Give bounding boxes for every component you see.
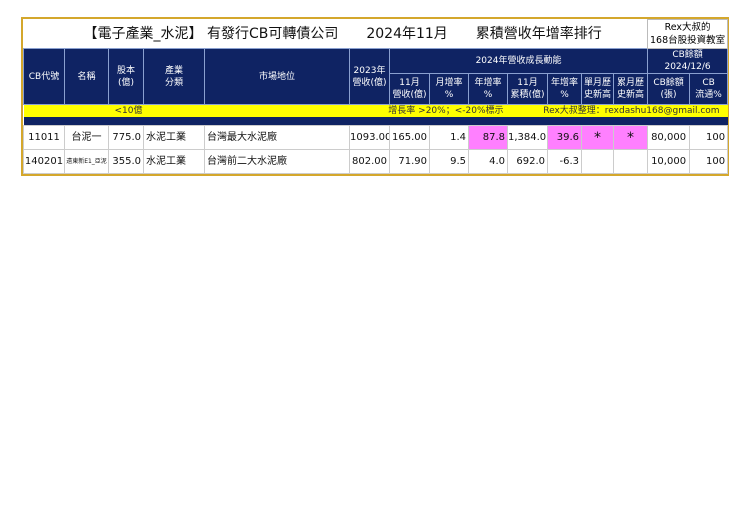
header-cum-revenue: 11月 累積(億): [507, 73, 548, 105]
header-cum-high: 累月歷 史新高: [612, 73, 649, 105]
cell-cb-bal: 80,000: [647, 125, 691, 150]
cell-yoy: 4.0: [468, 149, 508, 174]
cell-rev2023: 1093.00: [349, 125, 390, 150]
header-yoy: 年增率 %: [468, 73, 508, 105]
cell-cum-yoy: -6.3: [547, 149, 582, 174]
header-growth-group: 2024年營收成長動能: [388, 48, 649, 74]
cell-industry: 水泥工業: [143, 149, 205, 174]
cell-industry: 水泥工業: [143, 125, 205, 150]
header-name: 名稱: [64, 48, 109, 105]
cell-cb-pct: 100: [689, 125, 729, 150]
brand-line1: Rex大叔的: [664, 22, 711, 33]
cell-cum-high: [612, 149, 649, 174]
header-mom: 月增率 %: [429, 73, 469, 105]
cell-yoy: 87.8: [468, 125, 508, 150]
cell-market: 台灣前二大水泥廠: [204, 149, 350, 174]
header-cb-balance: CB餘額 (張): [647, 73, 691, 105]
brand-line2: 168台股投資教室: [650, 35, 726, 46]
header-cb-pct: CB 流通%: [689, 73, 729, 105]
cell-capital: 775.0: [108, 125, 144, 150]
cell-cum: 692.0: [507, 149, 548, 174]
ranking-table-container: 【電子產業_水泥】 有發行CB可轉債公司 2024年11月 累積營收年增率排行 Re…: [21, 17, 729, 176]
note-empty: [23, 104, 109, 117]
header-cb-group: CB餘額 2024/12/6: [647, 48, 729, 74]
cell-mom: 9.5: [429, 149, 469, 174]
cell-mom: 1.4: [429, 125, 469, 150]
cell-month-high: *: [581, 125, 614, 150]
title-ranking: 累積營收年增率排行: [475, 25, 602, 42]
note-growth: 增長率 >20%；<-20%標示: [349, 104, 508, 117]
cell-capital: 355.0: [108, 149, 144, 174]
table-row: 11011 台泥一 775.0 水泥工業 台灣最大水泥廠 1093.00 165.00 1.4…: [23, 125, 729, 150]
cell-cum: 1,384.0: [507, 125, 548, 150]
cell-name: 遠東新E1_亞泥: [64, 149, 109, 174]
header-market: 市場地位: [204, 48, 350, 105]
divider-band: [23, 117, 728, 126]
cell-cum-yoy: 39.6: [547, 125, 582, 150]
header-month-high: 單月歷 史新高: [581, 73, 614, 105]
ranking-table: 【電子產業_水泥】 有發行CB可轉債公司 2024年11月 累積營收年增率排行 Re…: [23, 19, 729, 174]
title-month: 2024年11月: [366, 25, 448, 42]
cell-cum-high: *: [612, 125, 649, 150]
cell-code: 11011: [23, 125, 65, 150]
cell-cb-bal: 10,000: [647, 149, 691, 174]
note-author: Rex大叔整理：rexdashu168@gmail.com: [507, 104, 728, 117]
cell-month-high: [581, 149, 614, 174]
cell-cb-pct: 100: [689, 149, 729, 174]
cell-market: 台灣最大水泥廠: [204, 125, 350, 150]
cell-nov-rev: 71.90: [389, 149, 430, 174]
header-capital: 股本 (億): [108, 48, 144, 105]
header-nov-revenue: 11月 營收(億): [389, 73, 430, 105]
cell-name: 台泥一: [64, 125, 109, 150]
table-row: 140201 遠東新E1_亞泥 355.0 水泥工業 台灣前二大水泥廠 802.00 71.…: [23, 149, 729, 174]
header-industry: 產業 分類: [143, 48, 205, 105]
note-capital: <10億: [108, 104, 350, 117]
cell-nov-rev: 165.00: [389, 125, 430, 150]
title-company: 【電子產業_水泥】 有發行CB可轉債公司: [83, 25, 339, 42]
header-rev2023: 2023年 營收(億): [349, 48, 390, 105]
header-cb-code: CB代號: [23, 48, 65, 105]
cell-code: 140201: [23, 149, 65, 174]
brand-label: Rex大叔的 168台股投資教室: [647, 19, 729, 49]
header-cum-yoy: 年增率 %: [547, 73, 582, 105]
page-title: 【電子產業_水泥】 有發行CB可轉債公司 2024年11月 累積營收年增率排行: [23, 19, 648, 49]
cell-rev2023: 802.00: [349, 149, 390, 174]
